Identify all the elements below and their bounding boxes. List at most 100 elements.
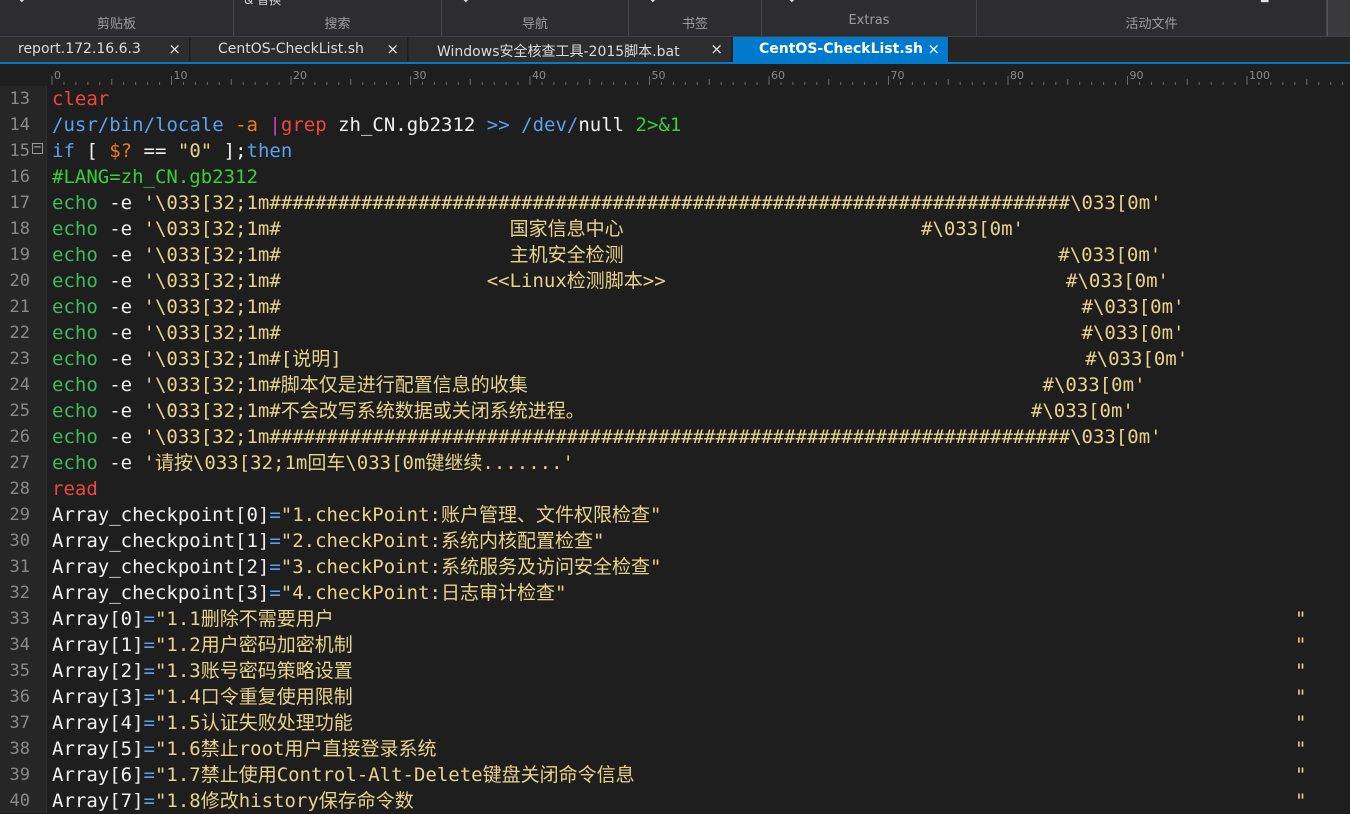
ruler-label: 40 <box>532 69 546 82</box>
close-icon[interactable]: × <box>927 40 940 58</box>
code-token: -e <box>109 452 144 474</box>
code-line[interactable]: echo -e '\033[32;1m# #\033[0m' <box>52 320 1342 346</box>
line-number: 31 <box>9 557 30 577</box>
code-text-area[interactable]: clear/usr/bin/locale -a |grep zh_CN.gb23… <box>46 86 1350 813</box>
chevron-down-icon[interactable]: ◆ <box>788 0 798 4</box>
code-line[interactable]: echo -e '请按\033[32;1m回车\033[0m键继续.......… <box>52 450 1342 476</box>
code-token: "1.2用户密码加密机制 <box>154 634 353 656</box>
code-token: '请按\033[32;1m回车\033[0m键继续.......' <box>143 452 574 474</box>
code-line[interactable]: Array_checkpoint[3]="4.checkPoint:日志审计检查… <box>52 580 1342 606</box>
code-token: Array_checkpoint[3] <box>52 582 270 604</box>
code-token: -e <box>109 270 144 292</box>
code-line[interactable]: Array[6]="1.7禁止使用Control-Alt-Delete键盘关闭命… <box>52 762 1342 788</box>
tab-centos-checklist-active[interactable]: CentOS-CheckList.sh × <box>733 37 949 62</box>
code-token: -a <box>235 114 270 136</box>
code-line[interactable]: echo -e '\033[32;1m# 国家信息中心 #\033[0m' <box>52 216 1342 242</box>
ribbon-group-search[interactable]: & 替换 搜索 <box>234 0 442 36</box>
code-token: 2>&1 <box>635 114 682 136</box>
code-token: /dev/ <box>521 114 579 136</box>
code-line[interactable]: echo -e '\033[32;1m# <<Linux检测脚本>> #\033… <box>52 268 1342 294</box>
chevron-down-icon[interactable]: ◆ <box>462 0 472 4</box>
code-line[interactable]: if [ $? == "0" ];then <box>52 138 1342 164</box>
ribbon-group-label: 导航 <box>521 17 548 32</box>
code-token: Array[1] <box>52 634 144 656</box>
code-line[interactable]: Array[2]="1.3账号密码策略设置 " <box>52 658 1342 684</box>
ribbon-group-bookmarks[interactable]: ◆ 书签 <box>629 0 762 36</box>
tab-report[interactable]: report.172.16.6.3 × <box>0 37 190 62</box>
code-token: grep <box>280 114 339 136</box>
square-icon[interactable]: ■ <box>1260 0 1270 4</box>
close-icon[interactable]: × <box>168 40 181 58</box>
code-line[interactable]: Array_checkpoint[1]="2.checkPoint:系统内核配置… <box>52 528 1342 554</box>
code-line[interactable]: echo -e '\033[32;1m#####################… <box>52 424 1342 450</box>
line-number: 15 <box>9 141 30 161</box>
code-line[interactable]: echo -e '\033[32;1m#不会改写系统数据或关闭系统进程。 #\0… <box>52 398 1342 424</box>
code-line[interactable]: Array[3]="1.4口令重复使用限制 " <box>52 684 1342 710</box>
code-line[interactable]: echo -e '\033[32;1m#####################… <box>52 190 1342 216</box>
close-icon[interactable]: × <box>710 40 723 58</box>
code-token: "1.checkPoint:账户管理、文件权限检查" <box>280 504 662 526</box>
ribbon-group-clipboard[interactable]: ◆ 剪贴板 <box>0 0 234 36</box>
code-line[interactable]: Array[0]="1.1删除不需要用户 " <box>52 606 1342 632</box>
line-number-gutter: − 13 14 15 16 17 18 19 20 21 22 23 24 25 26 27 28 29 30 31… <box>0 86 47 813</box>
line-number: 36 <box>9 687 30 707</box>
code-token: clear <box>52 88 110 110</box>
code-token: read <box>52 478 98 500</box>
chevron-down-icon[interactable]: ◆ <box>649 0 659 4</box>
ribbon-scroll-area[interactable] <box>1327 0 1350 36</box>
code-editor[interactable]: − 13 14 15 16 17 18 19 20 21 22 23 24 25 26 27 28 29 30 31… <box>0 86 1350 813</box>
tab-label: CentOS-CheckList.sh <box>759 41 923 57</box>
code-token: "1.8修改history保存命令数 <box>154 790 414 812</box>
code-token: '\033[32;1m# <<Linux检测脚本>> #\033[0m' <box>143 270 1169 292</box>
code-token: echo <box>52 270 110 292</box>
code-token: zh_CN.gb2312 <box>338 114 487 136</box>
code-line[interactable]: Array[5]="1.6禁止root用户直接登录系统 " <box>52 736 1342 762</box>
code-token: '\033[32;1m# 主机安全检测 #\033[0m' <box>143 244 1162 266</box>
code-token: -e <box>109 348 144 370</box>
code-line[interactable]: echo -e '\033[32;1m# #\033[0m' <box>52 294 1342 320</box>
replace-hint[interactable]: & 替换 <box>244 0 281 8</box>
code-line[interactable]: read <box>52 476 1342 502</box>
code-token: " <box>1295 790 1307 812</box>
tab-windows-bat[interactable]: Windows安全核查工具-2015脚本.bat × <box>409 37 732 62</box>
code-token: '\033[32;1m#############################… <box>143 426 1162 448</box>
code-line[interactable]: Array[7]="1.8修改history保存命令数 " <box>52 788 1342 814</box>
fold-toggle-icon[interactable]: − <box>32 143 43 154</box>
code-token: = <box>269 530 281 552</box>
code-line[interactable]: echo -e '\033[32;1m#[说明] #\033[0m' <box>52 346 1342 372</box>
code-token: "1.5认证失败处理功能 <box>154 712 353 734</box>
code-line[interactable]: Array_checkpoint[0]="1.checkPoint:账户管理、文… <box>52 502 1342 528</box>
ribbon-group-extras[interactable]: ◆ Extras <box>762 0 977 36</box>
code-token: = <box>143 790 155 812</box>
code-token: locale <box>155 114 236 136</box>
chevron-down-icon[interactable]: ◆ <box>18 0 28 4</box>
code-line[interactable]: #LANG=zh_CN.gb2312 <box>52 164 1342 190</box>
line-number: 26 <box>9 427 30 447</box>
code-line[interactable]: Array[4]="1.5认证失败处理功能 " <box>52 710 1342 736</box>
code-token: '\033[32;1m# #\033[0m' <box>143 296 1185 318</box>
code-line[interactable]: echo -e '\033[32;1m#脚本仅是进行配置信息的收集 #\033[… <box>52 372 1342 398</box>
ruler-label: 20 <box>293 69 307 82</box>
line-number: 27 <box>9 453 30 473</box>
code-line[interactable]: Array_checkpoint[2]="3.checkPoint:系统服务及访… <box>52 554 1342 580</box>
code-token: echo <box>52 374 110 396</box>
code-line[interactable]: echo -e '\033[32;1m# 主机安全检测 #\033[0m' <box>52 242 1342 268</box>
code-token: = <box>143 738 155 760</box>
ribbon-group-active-file[interactable]: ■ 活动文件 <box>977 0 1327 36</box>
code-line[interactable]: /usr/bin/locale -a |grep zh_CN.gb2312 >>… <box>52 112 1342 138</box>
close-icon[interactable]: × <box>386 40 399 58</box>
ruler-label: 0 <box>54 69 61 82</box>
code-token: echo <box>52 400 110 422</box>
line-number: 21 <box>9 297 30 317</box>
code-line[interactable]: Array[1]="1.2用户密码加密机制 " <box>52 632 1342 658</box>
ribbon-group-navigation[interactable]: ◆ 导航 <box>442 0 629 36</box>
ribbon-group-label: 搜索 <box>324 17 351 32</box>
code-token: = <box>269 556 281 578</box>
tab-centos-checklist-1[interactable]: CentOS-CheckList.sh × <box>191 37 408 62</box>
code-token: "1.6禁止root用户直接登录系统 <box>154 738 437 760</box>
code-token: echo <box>52 348 110 370</box>
code-token: "0" <box>177 140 224 162</box>
code-line[interactable]: clear <box>52 86 1342 112</box>
tab-label: CentOS-CheckList.sh <box>218 41 364 57</box>
code-token: -e <box>109 400 144 422</box>
